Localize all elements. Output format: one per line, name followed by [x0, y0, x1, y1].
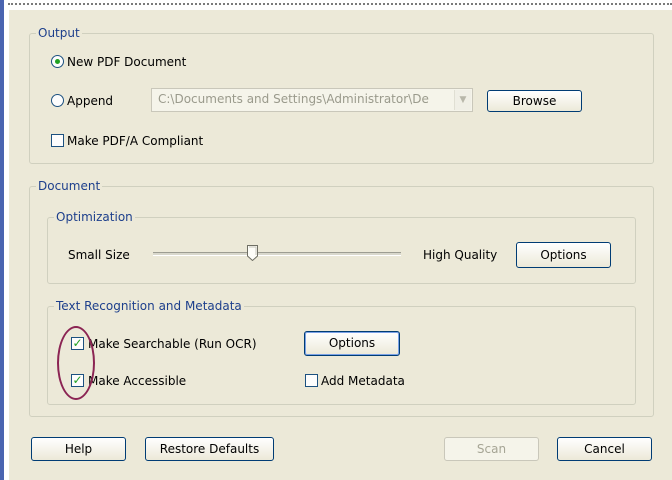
append-radio[interactable] — [51, 94, 64, 107]
append-label[interactable]: Append — [67, 93, 113, 109]
cancel-label: Cancel — [584, 442, 625, 456]
chevron-down-icon[interactable]: ▼ — [454, 90, 471, 110]
accessible-label[interactable]: Make Accessible — [88, 373, 186, 389]
append-path-value: C:\Documents and Settings\Administrator\… — [158, 92, 429, 106]
document-legend: Document — [36, 178, 103, 194]
optimization-options-label: Options — [540, 248, 587, 262]
small-size-label: Small Size — [68, 248, 130, 262]
new-pdf-label[interactable]: New PDF Document — [67, 54, 186, 70]
ocr-options-label: Options — [328, 336, 376, 350]
metadata-checkbox[interactable] — [305, 374, 318, 387]
text-recognition-legend: Text Recognition and Metadata — [54, 298, 244, 314]
high-quality-label: High Quality — [423, 248, 498, 262]
restore-defaults-button[interactable]: Restore Defaults — [145, 437, 274, 461]
quality-slider-thumb[interactable] — [247, 245, 258, 261]
restore-defaults-label: Restore Defaults — [159, 442, 260, 456]
searchable-label[interactable]: Make Searchable (Run OCR) — [88, 336, 257, 352]
window-left-edge — [0, 0, 4, 480]
metadata-label[interactable]: Add Metadata — [321, 373, 405, 389]
optimization-legend: Optimization — [54, 209, 135, 225]
append-path-dropdown[interactable]: C:\Documents and Settings\Administrator\… — [151, 88, 473, 112]
help-label: Help — [64, 442, 93, 456]
new-pdf-radio[interactable] — [51, 55, 64, 68]
optimization-options-button[interactable]: Options — [516, 242, 611, 268]
help-button[interactable]: Help — [31, 437, 126, 461]
browse-button[interactable]: Browse — [487, 90, 582, 112]
quality-slider-track[interactable] — [153, 252, 401, 256]
annotation-highlight-oval — [57, 326, 95, 400]
radio-dot-icon — [55, 59, 60, 64]
pdfa-checkbox[interactable] — [51, 134, 64, 147]
scan-button: Scan — [444, 437, 539, 461]
ocr-options-button[interactable]: Options — [304, 331, 400, 356]
scan-label: Scan — [476, 442, 507, 456]
browse-label: Browse — [512, 94, 557, 108]
output-legend: Output — [36, 25, 82, 41]
cancel-button[interactable]: Cancel — [557, 437, 652, 461]
top-dotted-border — [8, 3, 672, 5]
pdfa-label[interactable]: Make PDF/A Compliant — [67, 133, 203, 149]
